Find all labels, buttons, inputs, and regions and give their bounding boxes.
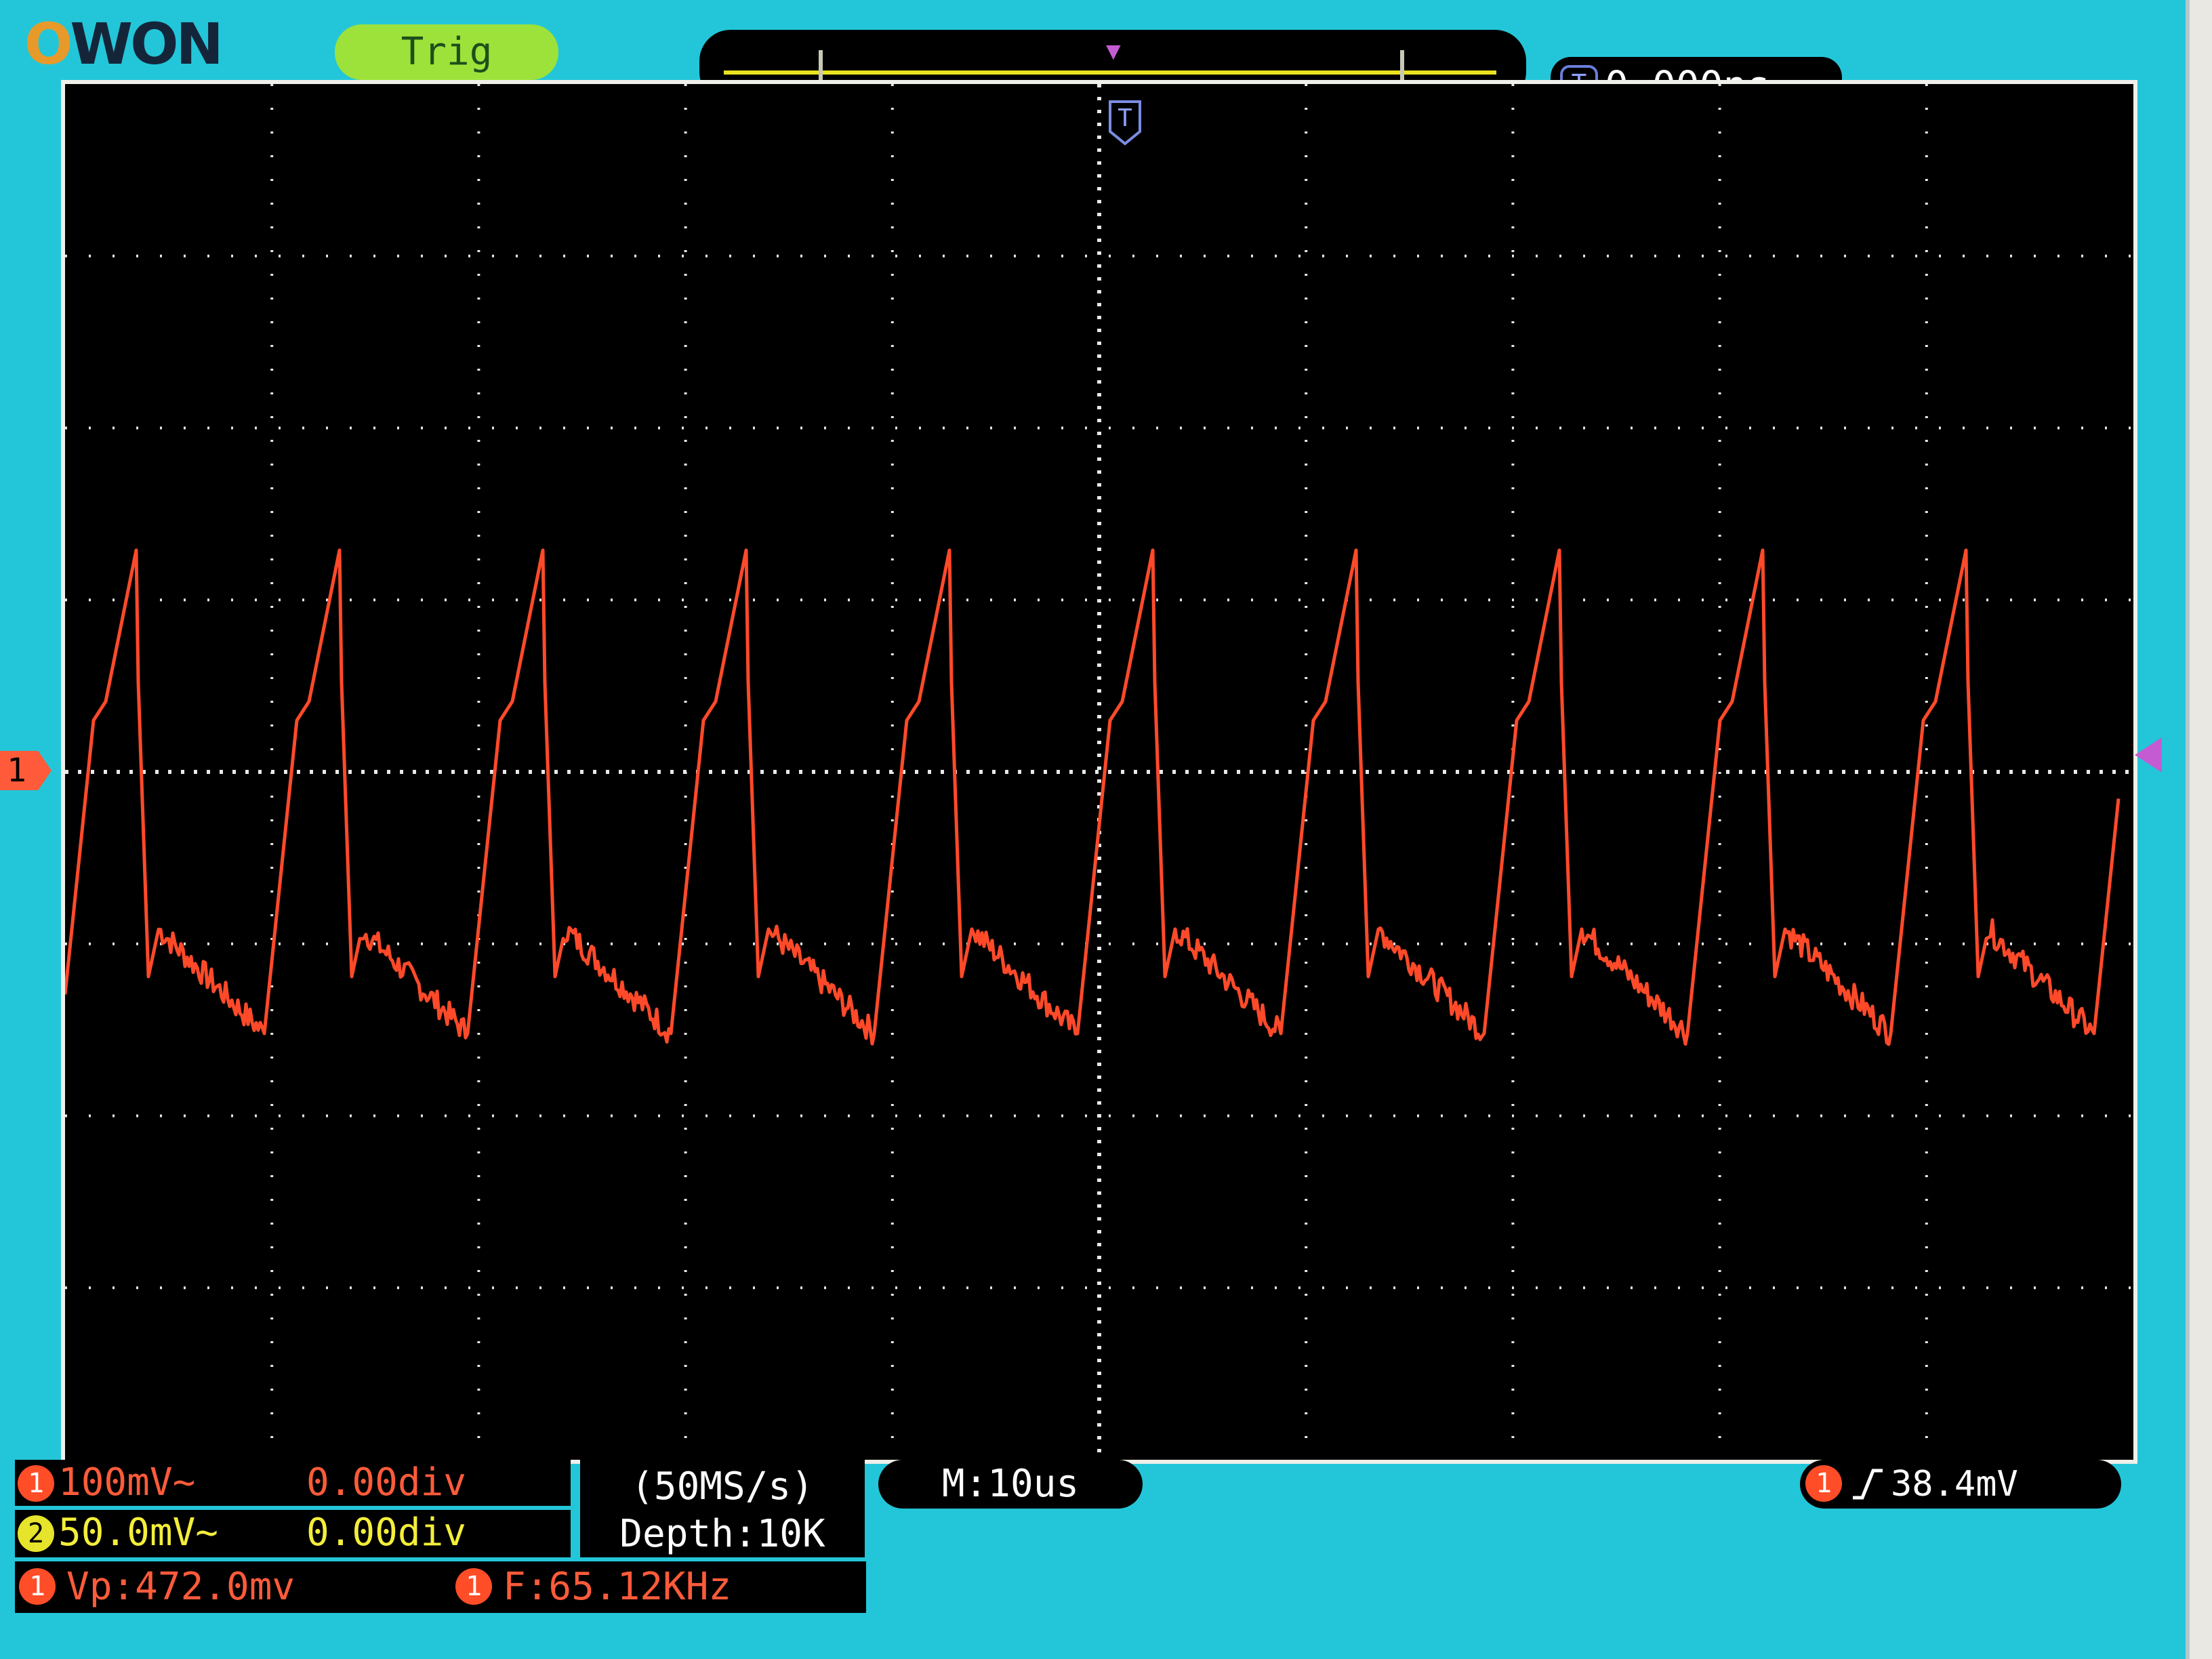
ch1-volts-div: 100mV~ bbox=[58, 1460, 196, 1504]
top-status-bar: OWON Trig ▼ T 0.000ns bbox=[0, 0, 2186, 114]
waveform-plot: T bbox=[65, 84, 2133, 1460]
ch2-settings-row[interactable]: 2 50.0mV~ 0.00div bbox=[15, 1510, 571, 1556]
screen-trigger-marker-icon: T bbox=[1109, 100, 1141, 146]
channel-settings-panel: 1 100mV~ 0.00div 2 50.0mV~ 0.00div bbox=[15, 1460, 571, 1557]
trigger-status-badge: Trig bbox=[335, 24, 558, 80]
svg-text:T: T bbox=[1118, 104, 1132, 132]
logo-rest: WON bbox=[70, 11, 223, 77]
memory-track bbox=[724, 70, 1496, 75]
rising-edge-icon bbox=[1853, 1469, 1883, 1500]
logo-o-icon: O bbox=[24, 11, 73, 77]
acquisition-panel: (50MS/s) Depth:10K bbox=[580, 1460, 865, 1557]
trigger-settings-readout[interactable]: 1 38.4mV bbox=[1800, 1460, 2121, 1509]
ch1-offset: 0.00div bbox=[306, 1460, 467, 1504]
measurement-frequency-text: F:65.12KHz bbox=[503, 1565, 732, 1609]
waveform-screen: T bbox=[61, 80, 2137, 1464]
ch2-badge: 2 bbox=[18, 1515, 54, 1552]
trigger-level-marker-icon[interactable] bbox=[2135, 737, 2162, 773]
oscilloscope-display: OWON Trig ▼ T 0.000ns T 1 1 100mV~ 0.00 bbox=[0, 0, 2190, 1659]
trigger-source-badge: 1 bbox=[1805, 1465, 1842, 1502]
sample-rate: (50MS/s) bbox=[631, 1465, 814, 1509]
graticule-grid bbox=[65, 84, 2133, 1460]
ch2-volts-div: 50.0mV~ bbox=[58, 1511, 219, 1555]
ch2-offset: 0.00div bbox=[306, 1511, 467, 1555]
ch1-waveform-trace bbox=[65, 548, 2121, 1046]
ch1-ground-marker[interactable]: 1 bbox=[0, 751, 52, 790]
timebase-readout[interactable]: M:10us bbox=[878, 1460, 1143, 1509]
memory-depth: Depth:10K bbox=[619, 1512, 825, 1556]
measurement-vp-text: Vp:472.0mv bbox=[66, 1565, 295, 1609]
memory-trigger-marker-icon: ▼ bbox=[1106, 37, 1121, 65]
trigger-level-value: 38.4mV bbox=[1891, 1464, 2018, 1504]
measurement-channel-badge: 1 bbox=[455, 1568, 492, 1605]
ch1-badge: 1 bbox=[18, 1465, 54, 1502]
measurement-panel: 1 Vp:472.0mv 1 F:65.12KHz bbox=[15, 1561, 866, 1613]
brand-logo: OWON bbox=[24, 11, 224, 77]
ch1-settings-row[interactable]: 1 100mV~ 0.00div bbox=[15, 1460, 571, 1510]
measurement-channel-badge: 1 bbox=[19, 1568, 56, 1605]
